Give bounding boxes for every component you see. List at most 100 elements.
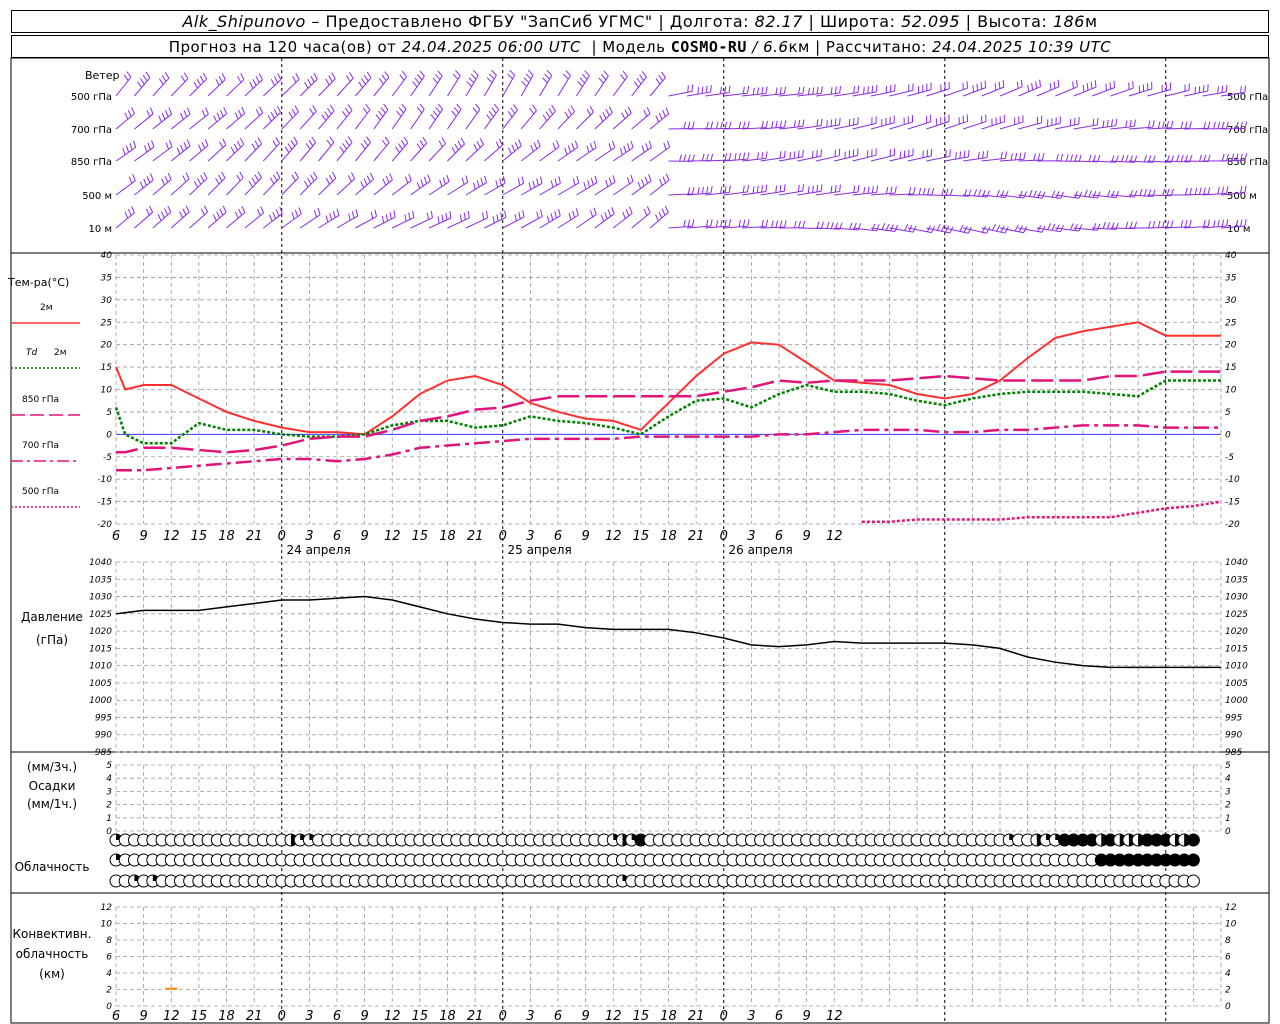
wind-barb [355,109,371,130]
wind-barb-flag [539,176,543,184]
wind-barb-flag [890,186,893,194]
wind-barb-flag [527,69,534,76]
wind-barb-flag [332,210,336,218]
wind-barb-flag [365,104,371,111]
wind-barb-flag [465,175,469,183]
wind-barb-flag [570,105,575,112]
wind-barb-flag [1090,81,1093,89]
convective-ytick: 6 [106,953,112,963]
wind-barb-flag [775,220,779,228]
wind-barb-flag [313,210,318,218]
wind-barb-flag [1019,190,1023,198]
wind-barb-flag [967,149,970,157]
convective-ytick: 2 [106,986,112,996]
wind-barb-flag [142,74,148,82]
wind-barb-flag [180,112,184,120]
wind-barb-flag [1217,186,1220,195]
pressure-ytick-right: 1005 [1225,679,1248,689]
wind-barb-flag [1129,189,1134,197]
wind-barb-flag [608,177,612,185]
pressure-ytick-right: 1015 [1225,644,1248,654]
wind-barb-flag [784,120,787,128]
wind-barb-flag [572,210,576,218]
wind-barb-flag [857,85,860,93]
wind-barb-flag [867,186,870,194]
wind-barb [612,212,633,229]
wind-barb-flag [374,209,378,217]
wind-barb [410,76,425,97]
wind-barb-flag [982,151,985,159]
wind-barb-flag [602,112,607,119]
pressure-ytick-right: 1030 [1225,593,1248,603]
temp-legend-label: 850 гПа [22,395,59,405]
wind-barb-flag [384,136,390,143]
wind-barb-flag [475,103,481,110]
wind-barb-flag [683,219,686,227]
wind-barb [318,214,340,229]
wind-barb-flag [140,78,145,85]
wind-barb-flag [742,219,746,227]
wind-barb-flag [765,151,768,159]
wind-barb-flag [734,153,737,161]
wind-barb-flag [378,78,384,85]
wind-barb-flag [336,208,340,216]
wind-barb-flag [816,184,819,192]
wind-barb-flag [438,140,444,147]
wind-barb [999,86,1023,97]
wind-barb-flag [648,140,652,148]
wind-barb-flag [408,173,412,181]
precip-unit-1h: (мм/1ч.) [27,797,77,811]
wind-barb-flag [328,75,333,83]
wind-barb-flag [331,171,337,179]
wind-barb-flag [237,109,242,117]
wind-barb [336,77,354,97]
wind-barb-flag [238,208,242,216]
wind-barb-flag [1078,224,1083,232]
wind-barb-flag [1004,190,1009,198]
wind-barb-flag [742,86,745,94]
temp-ytick: -20 [97,520,112,530]
wind-barb-flag [363,139,369,147]
wind-barb-flag [658,211,663,219]
wind-barb [502,216,525,229]
wind-barb-flag [294,209,299,217]
wind-barb-flag [470,73,477,80]
wind-barb-flag [493,103,500,111]
wind-barb-flag [565,70,571,76]
wind-barbs [115,69,1248,234]
wind-barb-flag [564,147,568,155]
wind-barb-flag [143,178,147,186]
wind-barb-flag [798,119,801,127]
wind-barb-flag [664,205,669,213]
wind-barb-flag [269,177,275,185]
wind-barb [557,182,579,196]
wind-barb [392,217,415,229]
wind-barb-flag [1102,221,1106,229]
wind-barb-flag [1023,191,1027,199]
wind-barb-flag [168,107,173,115]
wind-barb-flag [779,87,782,95]
wind-barb-flag [564,111,569,119]
wind-barb-flag [432,110,439,117]
bottom-xtick: 15 [633,1009,650,1024]
pressure-ytick: 1010 [89,662,112,672]
wind-barb-flag [1088,190,1093,198]
wind-barb [576,214,597,229]
wind-barb-flag [149,205,154,213]
wind-barb-flag [277,73,282,80]
wind-barb [963,121,987,130]
pressure-ytick-right: 1035 [1225,575,1248,585]
wind-barb-flag [488,73,495,80]
wind-barb [631,76,647,97]
wind-barb [447,181,469,196]
wind-barb-flag [486,77,493,84]
wind-barb-flag [255,76,260,83]
wind-barb-flag [124,112,129,120]
wind-barb-flag [325,177,331,185]
cloud-circle [1186,853,1200,867]
precip-ytick-right: 5 [1225,761,1231,771]
cloud-circle [1186,874,1200,888]
wind-barb-flag [145,208,150,216]
wind-barb-flag [495,180,499,188]
wind-barb-flag [182,175,187,183]
